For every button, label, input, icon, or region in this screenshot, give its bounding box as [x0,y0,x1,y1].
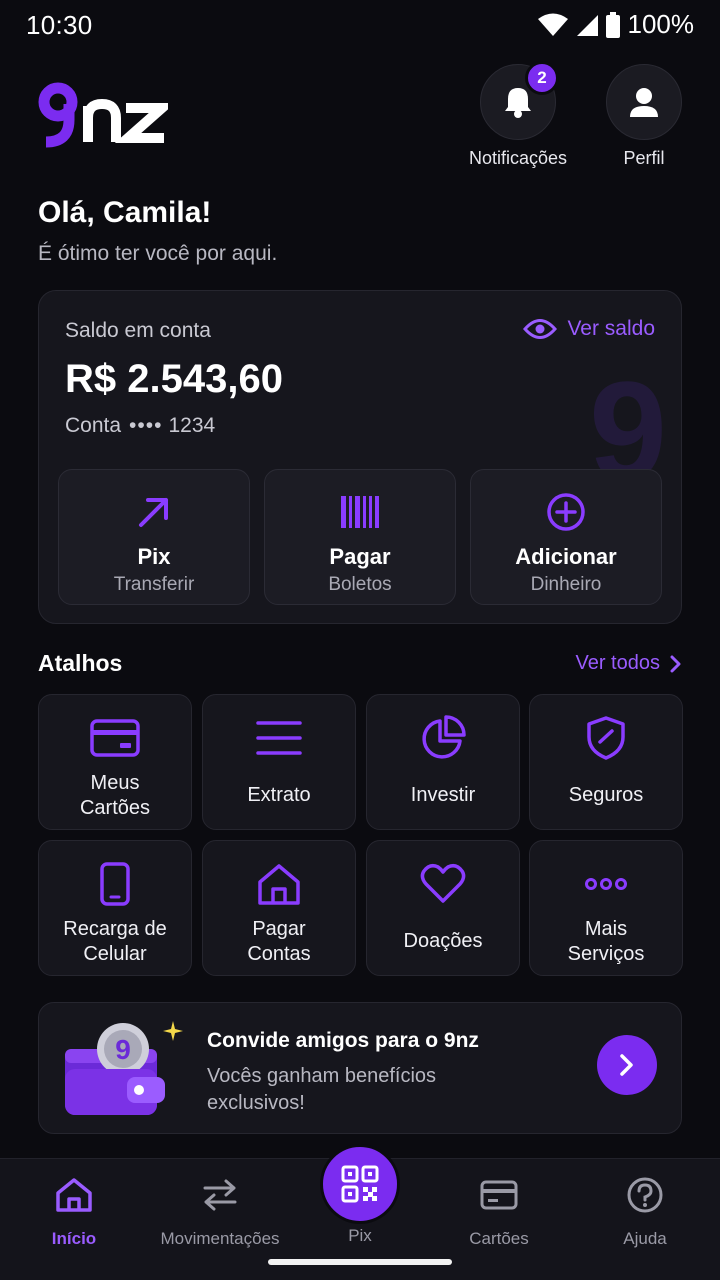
card-icon [90,719,140,757]
notifications-button[interactable]: 2 Notificações [463,61,573,169]
profile-button[interactable]: Perfil [589,64,699,169]
shortcut-more-services[interactable]: Mais Serviços [529,840,683,976]
add-title: Adicionar [515,544,617,569]
home-indicator [268,1259,452,1265]
status-bar: 10:30 100% [0,0,720,48]
account-label: Conta [65,414,122,437]
account-number: 1234 [168,414,216,437]
house-icon [258,864,300,905]
barcode-icon [341,496,379,528]
wifi-icon [537,13,568,36]
shortcut-label: Recarga de Celular [63,918,167,965]
pix-transfer-button[interactable]: Pix Transferir [58,469,250,605]
help-icon [627,1177,663,1213]
notifications-badge: 2 [525,61,559,95]
battery-percent: 100% [627,9,695,39]
balance-label: Saldo em conta [65,319,211,342]
nav-cards[interactable]: Cartões [429,1175,569,1249]
shortcut-label: Investir [410,783,476,806]
shortcut-label: Doações [403,929,483,952]
balance-value: R$ 2.543,60 [65,357,283,401]
shortcut-statement[interactable]: Extrato [202,694,356,830]
invite-card[interactable]: 9 Convide amigos para o 9nz Vocês ganham… [38,1002,682,1134]
svg-text:9: 9 [115,1034,131,1065]
see-all-link[interactable]: Ver todos [575,652,682,675]
shield-icon [587,716,625,760]
more-icon [585,878,627,890]
invite-title: Convide amigos para o 9nz [207,1029,479,1052]
nav-transactions[interactable]: Movimentações [150,1175,290,1249]
pix-title: Pix [137,544,171,569]
notifications-label: Notificações [468,148,568,168]
card-icon [480,1180,518,1210]
nav-label: Cartões [469,1229,529,1248]
shortcut-insurance[interactable]: Seguros [529,694,683,830]
shortcut-donations[interactable]: Doações [366,840,520,976]
shortcut-phone-recharge[interactable]: Recarga de Celular [38,840,192,976]
wallet-coin-illustration: 9 [65,1021,183,1115]
shortcut-label: Meus Cartões [79,772,151,819]
shortcut-label: Mais Serviços [567,918,645,965]
chevron-right-icon [620,1054,633,1076]
show-balance-label: Ver saldo [567,317,655,340]
bell-icon [505,88,531,118]
profile-label: Perfil [623,148,665,168]
shortcut-label: Extrato [247,783,311,806]
heart-icon [420,863,466,903]
nav-label: Movimentações [160,1229,280,1248]
greeting-subtitle: É ótimo ter você por aqui. [38,242,278,265]
battery-icon [605,11,620,38]
phone-icon [100,862,130,906]
shortcut-label: Seguros [568,783,644,806]
arrow-up-right-icon [139,498,168,527]
shortcut-invest[interactable]: Investir [366,694,520,830]
shortcut-pay-bills[interactable]: Pagar Contas [202,840,356,976]
add-subtitle: Dinheiro [530,574,602,595]
eye-icon [523,319,558,339]
pay-title: Pagar [329,544,391,569]
shortcut-label: Pagar Contas [247,918,311,965]
greeting-title: Olá, Camila! [38,196,212,229]
pay-boletos-button[interactable]: Pagar Boletos [264,469,456,605]
nav-label: Início [51,1229,97,1248]
list-icon [256,721,302,755]
chevron-right-icon [670,655,681,672]
nav-label: Ajuda [623,1229,667,1248]
add-money-button[interactable]: Adicionar Dinheiro [470,469,662,605]
pay-subtitle: Boletos [328,574,392,595]
nav-help[interactable]: Ajuda [575,1175,715,1249]
nav-pix-button[interactable] [320,1144,400,1224]
account-info: Conta •••• 1234 [65,414,215,438]
status-time: 10:30 [26,10,93,40]
notifications-circle: 2 [480,61,559,140]
balance-card: 9 Saldo em conta Ver saldo R$ 2.543,60 C… [38,290,682,624]
see-all-label: Ver todos [575,652,660,674]
invite-button[interactable] [597,1035,657,1095]
plus-circle-icon [547,493,585,531]
profile-circle [606,64,682,140]
user-icon [630,88,658,117]
signal-icon [576,14,598,36]
home-icon [56,1178,92,1212]
show-balance-toggle[interactable]: Ver saldo [523,317,655,341]
qr-code-icon [341,1165,379,1203]
pix-subtitle: Transferir [113,574,195,595]
nav-pix-label: Pix [348,1226,372,1245]
account-mask: •••• [129,414,163,437]
brand-logo [38,82,168,148]
invite-text: Vocês ganham benefícios exclusivos! [207,1065,437,1114]
shortcut-my-cards[interactable]: Meus Cartões [38,694,192,830]
status-icons: 100% [537,9,695,40]
pie-chart-icon [422,715,466,759]
nav-home[interactable]: Início [4,1175,144,1249]
shortcuts-title: Atalhos [38,650,123,676]
transfer-icon [203,1179,237,1211]
